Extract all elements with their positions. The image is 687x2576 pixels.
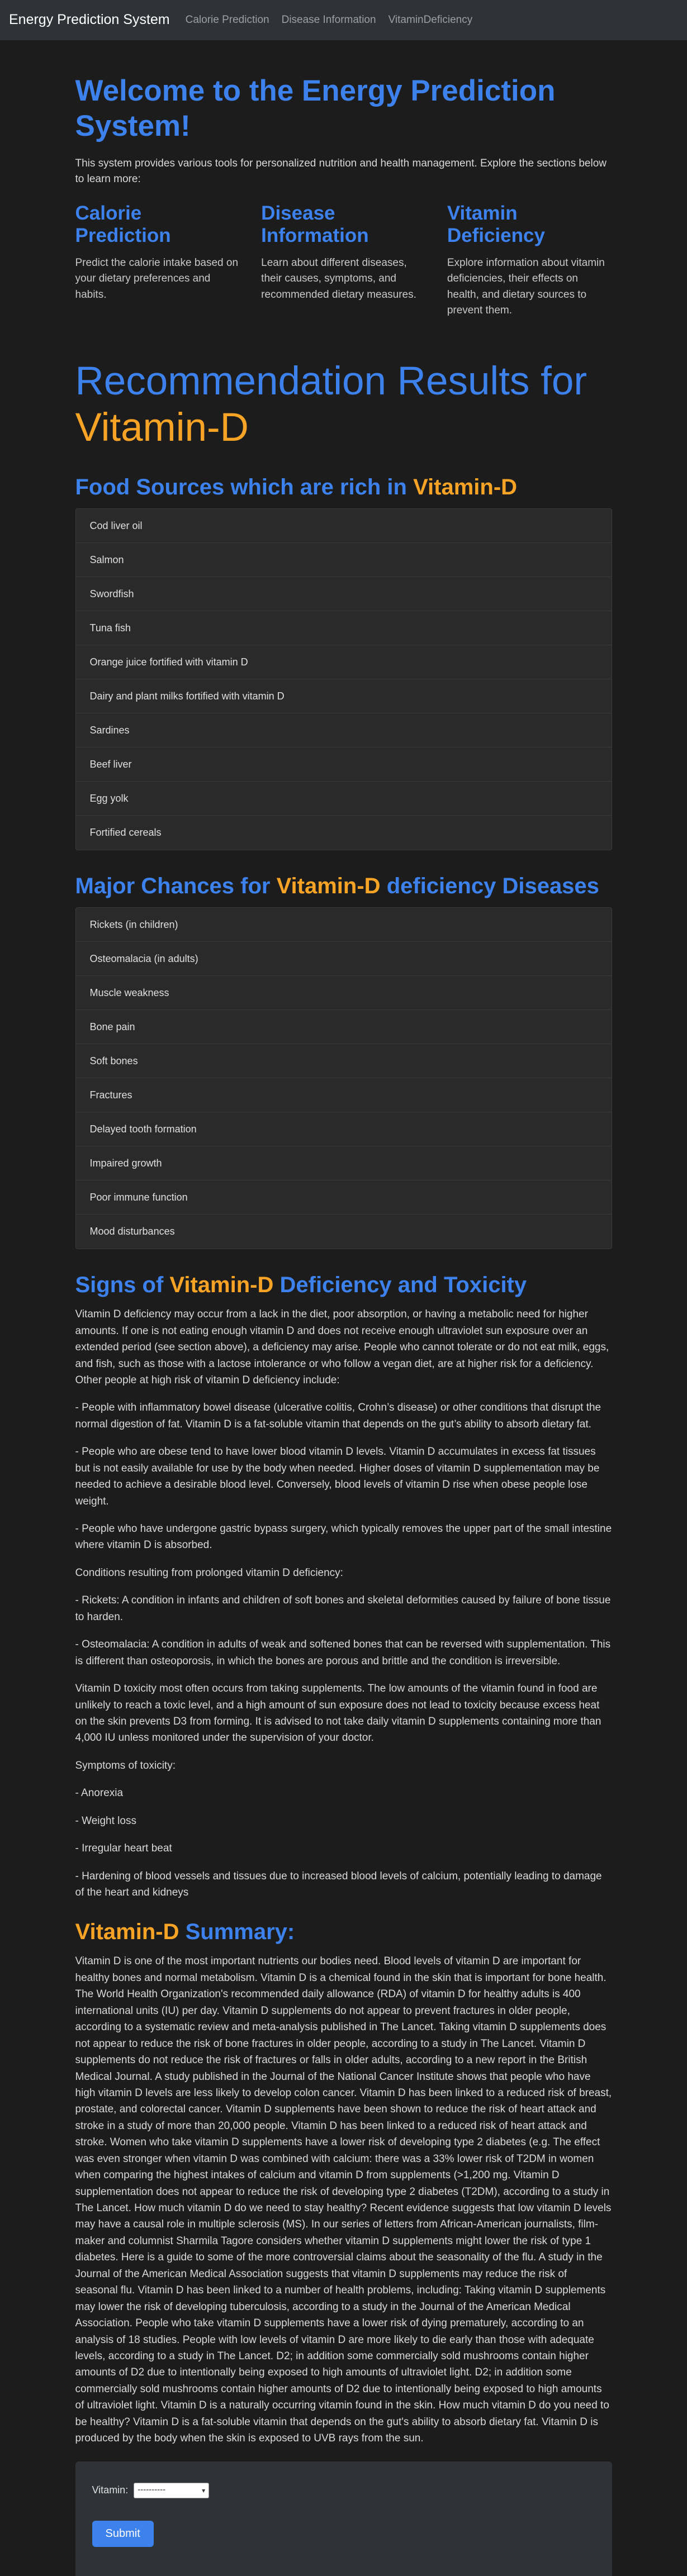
signs-paragraph: - Anorexia xyxy=(75,1787,124,1799)
navbar-brand[interactable]: Energy Prediction System xyxy=(9,9,170,31)
food-sources-list: Cod liver oil Salmon Swordfish Tuna fish… xyxy=(75,508,612,851)
signs-paragraph: Vitamin D deficiency may occur from a la… xyxy=(75,1308,609,1386)
signs-paragraph: - People who are obese tend to have lowe… xyxy=(75,1446,600,1507)
list-item: Muscle weakness xyxy=(75,976,612,1011)
signs-paragraph: - Weight loss xyxy=(75,1815,136,1827)
summary-vitamin-name: Vitamin-D xyxy=(75,1920,179,1945)
list-item: Orange juice fortified with vitamin D xyxy=(75,645,612,680)
food-sources-vitamin-name: Vitamin-D xyxy=(413,475,518,500)
signs-title-suffix: Deficiency and Toxicity xyxy=(279,1273,527,1298)
food-sources-title: Food Sources which are rich in Vitamin-D xyxy=(75,474,612,501)
nav-link-vitamin-deficiency[interactable]: VitaminDeficiency xyxy=(388,12,473,28)
list-item: Osteomalacia (in adults) xyxy=(75,942,612,977)
list-item: Cod liver oil xyxy=(75,509,612,544)
signs-paragraph: Conditions resulting from prolonged vita… xyxy=(75,1566,343,1579)
diseases-vitamin-name: Vitamin-D xyxy=(276,874,381,899)
vitamin-select[interactable]: ---------- ▾ xyxy=(134,2482,210,2498)
feature-desc: Predict the calorie intake based on your… xyxy=(75,256,239,301)
vitamin-form: Vitamin: ---------- ▾ Submit xyxy=(75,2461,612,2576)
feature-desc: Learn about different diseases, their ca… xyxy=(261,256,416,301)
signs-title-prefix: Signs of xyxy=(75,1273,164,1298)
list-item: Egg yolk xyxy=(75,782,612,816)
list-item: Beef liver xyxy=(75,747,612,782)
vitamin-select-value: ---------- xyxy=(138,2485,166,2495)
results-vitamin-name: Vitamin-D xyxy=(75,406,249,450)
signs-vitamin-name: Vitamin-D xyxy=(169,1273,274,1298)
list-item: Rickets (in children) xyxy=(75,908,612,942)
list-item: Soft bones xyxy=(75,1044,612,1079)
feature-title: Vitamin Deficiency xyxy=(447,202,545,247)
welcome-intro: This system provides various tools for p… xyxy=(75,158,607,185)
signs-title: Signs of Vitamin-D Deficiency and Toxici… xyxy=(75,1272,612,1298)
diseases-list: Rickets (in children) Osteomalacia (in a… xyxy=(75,907,612,1250)
feature-vitamin-deficiency: Vitamin Deficiency Explore information a… xyxy=(447,202,612,319)
main-content: Welcome to the Energy Prediction System!… xyxy=(75,40,612,2576)
food-sources-title-prefix: Food Sources which are rich in xyxy=(75,475,407,500)
list-item: Salmon xyxy=(75,543,612,578)
results-title-prefix: Recommendation Results for xyxy=(75,359,587,403)
diseases-title-suffix: deficiency Diseases xyxy=(386,874,599,899)
diseases-title-prefix: Major Chances for xyxy=(75,874,271,899)
summary-text: Vitamin D is one of the most important n… xyxy=(75,1955,612,2445)
signs-paragraph: Symptoms of toxicity: xyxy=(75,1759,176,1772)
feature-title: Calorie Prediction xyxy=(75,202,171,247)
summary-title-suffix: Summary: xyxy=(185,1920,295,1945)
list-item: Fortified cereals xyxy=(75,816,612,850)
welcome-title: Welcome to the Energy Prediction System! xyxy=(75,74,556,142)
feature-disease-information: Disease Information Learn about differen… xyxy=(261,202,426,319)
signs-paragraph: - Osteomalacia: A condition in adults of… xyxy=(75,1639,611,1667)
signs-paragraph: - People who have undergone gastric bypa… xyxy=(75,1523,612,1551)
list-item: Poor immune function xyxy=(75,1180,612,1215)
signs-paragraph: - Irregular heart beat xyxy=(75,1842,172,1855)
list-item: Fractures xyxy=(75,1078,612,1113)
nav-link-disease-information[interactable]: Disease Information xyxy=(282,12,376,28)
feature-desc: Explore information about vitamin defici… xyxy=(447,256,605,317)
results-title: Recommendation Results for Vitamin-D xyxy=(75,358,612,452)
signs-paragraph: - Hardening of blood vessels and tissues… xyxy=(75,1870,602,1898)
navbar: Energy Prediction System Calorie Predict… xyxy=(0,0,687,40)
signs-paragraph: - Rickets: A condition in infants and ch… xyxy=(75,1594,611,1623)
list-item: Bone pain xyxy=(75,1010,612,1045)
signs-body: Vitamin D deficiency may occur from a la… xyxy=(75,1306,612,1901)
summary-title: Vitamin-D Summary: xyxy=(75,1918,612,1945)
nav-link-calorie-prediction[interactable]: Calorie Prediction xyxy=(186,12,269,28)
list-item: Swordfish xyxy=(75,577,612,612)
vitamin-label: Vitamin: xyxy=(92,2484,129,2496)
list-item: Tuna fish xyxy=(75,611,612,646)
list-item: Sardines xyxy=(75,713,612,748)
list-item: Delayed tooth formation xyxy=(75,1112,612,1147)
list-item: Mood disturbances xyxy=(75,1215,612,1249)
feature-title: Disease Information xyxy=(261,202,369,247)
chevron-down-icon: ▾ xyxy=(202,2486,206,2494)
signs-paragraph: - People with inflammatory bowel disease… xyxy=(75,1402,601,1430)
feature-row: Calorie Prediction Predict the calorie i… xyxy=(75,202,612,319)
feature-calorie-prediction: Calorie Prediction Predict the calorie i… xyxy=(75,202,240,319)
diseases-title: Major Chances for Vitamin-D deficiency D… xyxy=(75,873,612,899)
submit-button[interactable]: Submit xyxy=(92,2520,154,2547)
list-item: Dairy and plant milks fortified with vit… xyxy=(75,679,612,714)
vitamin-form-row: Vitamin: ---------- ▾ xyxy=(92,2482,595,2498)
signs-paragraph: Vitamin D toxicity most often occurs fro… xyxy=(75,1683,601,1744)
list-item: Impaired growth xyxy=(75,1146,612,1181)
